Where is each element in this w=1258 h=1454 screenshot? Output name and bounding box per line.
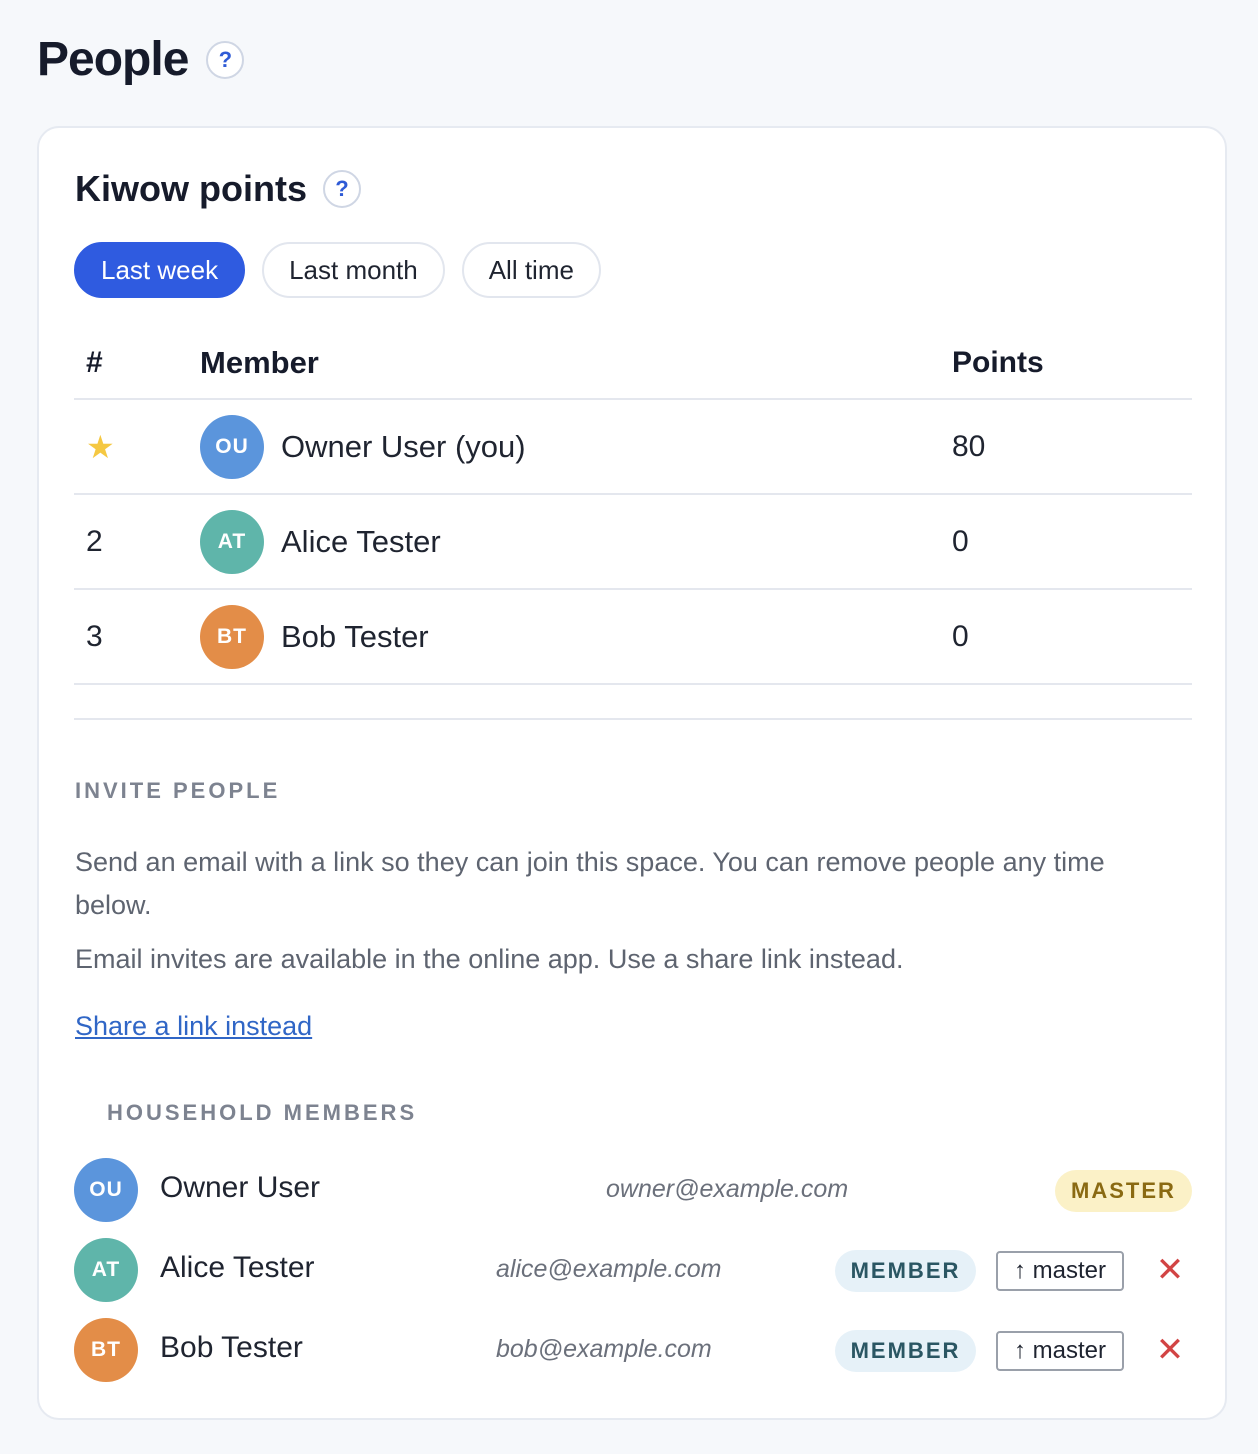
- people-card: Kiwow points ? Last week Last month All …: [37, 126, 1227, 1420]
- member-name: Bob Tester: [281, 618, 429, 654]
- tab-last-week[interactable]: Last week: [74, 242, 246, 298]
- page-title: People: [37, 33, 189, 86]
- member-header: Member: [200, 345, 319, 380]
- member-cell: OU Owner User (you): [200, 414, 952, 479]
- member-email: alice@example.com: [496, 1255, 722, 1283]
- avatar: AT: [200, 509, 264, 574]
- household-member-row: AT Alice Tester alice@example.com MEMBER…: [74, 1238, 1192, 1302]
- member-name: Bob Tester: [160, 1331, 303, 1364]
- rank-cell: 3: [86, 619, 103, 653]
- rank-cell: ★: [74, 428, 200, 466]
- household-member-row: BT Bob Tester bob@example.com MEMBER ↑ m…: [74, 1318, 1192, 1382]
- avatar: OU: [74, 1158, 138, 1222]
- points-help-icon[interactable]: ?: [322, 170, 361, 208]
- role-badge: MEMBER: [835, 1330, 976, 1372]
- member-cell: BT Bob Tester: [200, 604, 952, 669]
- points-cell: 0: [952, 524, 969, 558]
- rank-cell: 2: [86, 524, 103, 558]
- member-name: Alice Tester: [160, 1251, 315, 1284]
- period-tabs: Last week Last month All time: [74, 242, 601, 298]
- help-icon[interactable]: ?: [206, 40, 245, 79]
- points-title: Kiwow points: [75, 168, 307, 209]
- points-header: Kiwow points ?: [75, 168, 361, 210]
- remove-member-icon[interactable]: ✕: [1154, 1250, 1186, 1290]
- points-cell: 0: [952, 619, 969, 653]
- promote-to-master-button[interactable]: ↑ master: [996, 1331, 1124, 1371]
- remove-member-icon[interactable]: ✕: [1154, 1330, 1186, 1370]
- table-row: 2 AT Alice Tester 0: [74, 495, 1192, 590]
- invite-description: Send an email with a link so they can jo…: [75, 847, 1105, 920]
- role-badge: MEMBER: [835, 1250, 976, 1292]
- role-badge: MASTER: [1055, 1170, 1192, 1212]
- member-name: Alice Tester: [281, 523, 441, 559]
- member-name: Owner User: [160, 1171, 321, 1204]
- table-row: 3 BT Bob Tester 0: [74, 590, 1192, 685]
- rank-header: #: [86, 346, 103, 379]
- points-header-cell: Points: [952, 346, 1044, 379]
- section-divider: [74, 718, 1192, 720]
- invite-note: Email invites are available in the onlin…: [75, 944, 904, 974]
- share-link[interactable]: Share a link instead: [75, 1011, 312, 1042]
- household-section-label: HOUSEHOLD MEMBERS: [107, 1100, 418, 1125]
- tab-all-time[interactable]: All time: [461, 242, 601, 298]
- page-header: People ?: [37, 32, 245, 87]
- leaderboard-header: # Member Points: [74, 328, 1192, 400]
- tab-last-month[interactable]: Last month: [262, 242, 445, 298]
- member-name: Owner User (you): [281, 428, 526, 464]
- member-email: owner@example.com: [606, 1175, 849, 1203]
- avatar: AT: [74, 1238, 138, 1302]
- leaderboard-table: # Member Points ★ OU Owner User (you) 80…: [74, 328, 1192, 685]
- invite-section-label: INVITE PEOPLE: [75, 778, 281, 803]
- household-member-row: OU Owner User owner@example.com MASTER: [74, 1158, 1192, 1222]
- member-cell: AT Alice Tester: [200, 509, 952, 574]
- avatar: BT: [74, 1318, 138, 1382]
- star-icon: ★: [86, 428, 115, 465]
- points-cell: 80: [952, 429, 986, 463]
- member-email: bob@example.com: [496, 1335, 712, 1363]
- promote-to-master-button[interactable]: ↑ master: [996, 1251, 1124, 1291]
- avatar: BT: [200, 604, 264, 669]
- table-row: ★ OU Owner User (you) 80: [74, 400, 1192, 495]
- avatar: OU: [200, 414, 264, 479]
